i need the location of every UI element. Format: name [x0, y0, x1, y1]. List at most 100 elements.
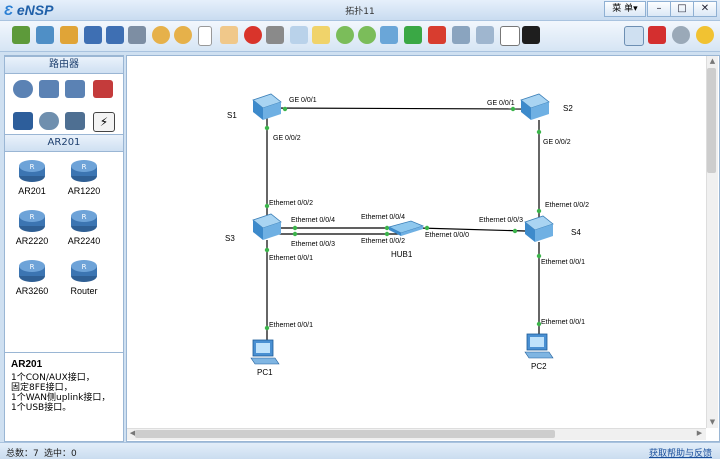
save-as-icon[interactable] [106, 26, 124, 44]
horizontal-scroll-thumb[interactable] [135, 430, 555, 438]
close-button[interactable]: ✕ [693, 1, 717, 17]
device-label: AR2220 [15, 236, 49, 246]
port-label: Ethernet 0/0/4 [291, 217, 335, 224]
delete-icon[interactable] [244, 26, 262, 44]
device-ar3260[interactable]: R AR3260 [7, 256, 57, 296]
router-category-icon[interactable] [13, 80, 33, 98]
cloud-category-icon[interactable] [39, 112, 59, 130]
start-icon[interactable] [404, 26, 422, 44]
pc-category-icon[interactable] [13, 112, 33, 130]
open-icon[interactable] [60, 26, 78, 44]
port-dot [512, 228, 518, 234]
delete-all-icon[interactable] [266, 26, 284, 44]
restore-button[interactable]: □ [670, 1, 694, 17]
topology-links [250, 93, 554, 365]
port-label: Ethernet 0/0/1 [541, 259, 585, 266]
node-label-s3: S3 [225, 234, 235, 243]
new-example-icon[interactable] [36, 26, 54, 44]
svg-text:R: R [30, 163, 35, 171]
device-description: AR201 1个CON/AUX接口， 固定8FE接口， 1个WAN侧uplink… [4, 352, 124, 442]
scroll-up-icon[interactable]: ▲ [707, 56, 718, 67]
minimize-button[interactable]: – [647, 1, 671, 17]
port-dot [282, 106, 288, 112]
chat-icon[interactable] [624, 26, 644, 46]
terminal-icon[interactable] [522, 26, 540, 44]
node-label-s1: S1 [227, 111, 237, 120]
router-icon: R [17, 156, 47, 184]
help-icon[interactable] [696, 26, 714, 44]
switch-s3-icon [252, 213, 282, 240]
router-icon: R [69, 156, 99, 184]
device-label: AR201 [18, 186, 46, 196]
vertical-scroll-thumb[interactable] [707, 68, 716, 173]
title-bar: Ɛ eNSP 拓扑11 菜 单▾ – □ ✕ [0, 0, 720, 21]
palette-icon[interactable] [312, 26, 330, 44]
device-ar1220[interactable]: R AR1220 [59, 156, 109, 196]
description-line: 固定8FE接口， [11, 383, 73, 393]
select-icon[interactable] [198, 26, 212, 46]
huawei-icon[interactable] [648, 26, 666, 44]
device-router[interactable]: R Router [59, 256, 109, 296]
undo-icon[interactable] [152, 26, 170, 44]
switch-s2-icon [520, 93, 550, 120]
link-hub-s4 [418, 227, 526, 232]
status-bar: 总数：7 选中：0 获取帮助与反馈 [0, 442, 720, 459]
port-label: GE 0/0/2 [273, 135, 301, 142]
port-label: GE 0/0/2 [543, 139, 571, 146]
menu-button[interactable]: 菜 单▾ [604, 1, 646, 17]
print-icon[interactable] [128, 26, 146, 44]
node-label-pc1: PC1 [257, 368, 273, 377]
port-label: Ethernet 0/0/2 [545, 202, 589, 209]
fit-icon[interactable] [380, 26, 398, 44]
link-category-icon[interactable]: ⚡ [93, 112, 115, 132]
scroll-down-icon[interactable]: ▼ [707, 417, 718, 428]
port-label: Ethernet 0/0/2 [269, 200, 313, 207]
settings-icon[interactable] [672, 26, 690, 44]
zoom-out-icon[interactable] [358, 26, 376, 44]
save-icon[interactable] [84, 26, 102, 44]
switch-s1-icon [252, 93, 282, 120]
device-label: Router [70, 286, 98, 296]
port-dot [264, 125, 270, 131]
new-topology-icon[interactable] [12, 26, 30, 44]
router-icon: R [69, 206, 99, 234]
device-ar201[interactable]: R AR201 [7, 156, 57, 196]
node-label-s4: S4 [571, 228, 581, 237]
other-category-icon[interactable] [65, 112, 85, 130]
svg-text:R: R [82, 163, 87, 171]
router-icon: R [17, 206, 47, 234]
svg-text:R: R [30, 213, 35, 221]
text-icon[interactable] [290, 26, 308, 44]
wireless-category-icon[interactable] [65, 80, 85, 98]
subcategory-title: AR201 [5, 134, 123, 152]
zoom-in-icon[interactable] [336, 26, 354, 44]
selected-count: 选中：0 [44, 449, 77, 459]
help-feedback-link[interactable]: 获取帮助与反馈 [649, 446, 712, 459]
port-label: Ethernet 0/0/4 [361, 214, 405, 221]
firewall-category-icon[interactable] [93, 80, 113, 98]
topology-canvas[interactable]: S1 S2 S3 S4 HUB1 PC1 PC2 GE 0/0/1 GE 0/0… [126, 55, 720, 442]
svg-text:R: R [30, 263, 35, 271]
capture-icon[interactable] [452, 26, 470, 44]
switch-category-icon[interactable] [39, 80, 59, 98]
toolbar [0, 21, 720, 52]
port-dot [424, 225, 430, 231]
port-dot [510, 106, 516, 112]
port-label: GE 0/0/1 [487, 100, 515, 107]
hand-icon[interactable] [220, 26, 238, 44]
switch-s4-icon [524, 215, 554, 242]
stop-icon[interactable] [428, 26, 446, 44]
scroll-right-icon[interactable]: ▶ [694, 428, 705, 439]
device-ar2240[interactable]: R AR2240 [59, 206, 109, 246]
port-label: Ethernet 0/0/1 [269, 322, 313, 329]
port-dot [292, 225, 298, 231]
redo-icon[interactable] [174, 26, 192, 44]
fullscreen-icon[interactable] [500, 26, 520, 46]
pc2-icon [524, 333, 554, 359]
device-label: AR2240 [67, 236, 101, 246]
topology-icon[interactable] [476, 26, 494, 44]
port-label: Ethernet 0/0/3 [479, 217, 523, 224]
device-ar2220[interactable]: R AR2220 [7, 206, 57, 246]
port-dot [384, 231, 390, 237]
node-label-s2: S2 [563, 104, 573, 113]
